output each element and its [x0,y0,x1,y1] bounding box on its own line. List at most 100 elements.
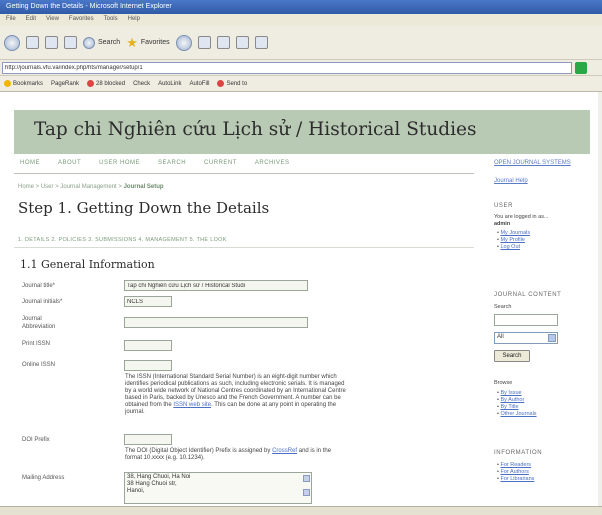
for-librarians-item[interactable]: For Librarians [497,476,534,483]
nav-user-home[interactable]: USER HOME [99,160,140,172]
home-icon[interactable] [64,36,77,49]
breadcrumb-path[interactable]: Home > User > Journal Management > [18,184,122,190]
breadcrumb: Home > User > Journal Management > Journ… [18,184,164,190]
for-readers-item[interactable]: For Readers [497,462,534,469]
steps-divider [14,247,474,248]
journal-initials-input[interactable] [124,296,172,307]
popup-block-icon [87,80,95,87]
menu-bar: File Edit View Favorites Tools Help [0,14,602,26]
history-icon[interactable] [175,34,192,51]
menu-help[interactable]: Help [128,16,140,24]
scroll-down-icon[interactable] [303,489,310,496]
issn-help-text: The ISSN (International Standard Serial … [125,374,346,415]
nav-home[interactable]: HOME [20,160,40,172]
window-title: Getting Down the Details - Microsoft Int… [6,3,172,10]
issn-web-site-link[interactable]: ISSN web site [173,402,211,408]
back-icon[interactable] [4,34,20,51]
menu-file[interactable]: File [6,16,16,24]
stop-icon[interactable] [26,36,39,49]
nav-about[interactable]: ABOUT [58,160,81,172]
linksbar-sendto[interactable]: Send to [217,80,247,87]
browse-by-issue[interactable]: By Issue [497,390,537,397]
crossref-link[interactable]: CrossRef [272,448,297,454]
open-journal-systems-link[interactable]: OPEN JOURNAL SYSTEMS [494,160,571,166]
links-toolbar: Bookmarks PageRank 28 blocked Check Auto… [0,76,602,92]
site-header: Tap chi Nghiên cứu Lịch sử / Historical … [14,110,590,154]
journal-title-input[interactable] [124,280,308,291]
logged-in-text: You are logged in as... [494,214,549,220]
refresh-icon[interactable] [45,36,58,49]
online-issn-label: Online ISSN [22,362,56,368]
user-links: My Journals My Profile Log Out [497,230,530,251]
breadcrumb-current[interactable]: Journal Setup [124,184,164,190]
print-icon[interactable] [216,36,230,49]
mailing-address-textarea[interactable]: 38, Hang Chuoi, Ha Noi 38 Hang Chuoi str… [124,472,312,504]
linksbar-autofill[interactable]: AutoFill [189,81,209,87]
doi-prefix-input[interactable] [124,434,172,445]
favorites-button[interactable]: ★ Favorites [126,35,169,51]
linksbar-pagerank[interactable]: PageRank [51,81,79,87]
for-authors-item[interactable]: For Authors [497,469,534,476]
main-nav: HOME ABOUT USER HOME SEARCH CURRENT ARCH… [14,160,474,172]
window-title-bar: Getting Down the Details - Microsoft Int… [0,0,602,14]
search-label: Search [494,304,512,310]
menu-view[interactable]: View [46,16,59,24]
nav-archives[interactable]: ARCHIVES [255,160,290,172]
menu-edit[interactable]: Edit [26,16,36,24]
folder-icon[interactable] [254,36,268,49]
go-button[interactable] [575,61,587,74]
vertical-scrollbar[interactable] [598,92,602,506]
linksbar-check[interactable]: Check [133,81,150,87]
browse-label: Browse [494,380,513,386]
journal-abbreviation-input[interactable] [124,317,308,328]
nav-search[interactable]: SEARCH [158,160,186,172]
journal-title-label: Journal title* [22,283,56,289]
mail-icon[interactable] [197,36,211,49]
search-button[interactable]: Search [83,36,120,49]
browse-links: By Issue By Author By Title Other Journa… [497,390,537,418]
menu-favorites[interactable]: Favorites [69,16,94,24]
bookmark-icon [4,80,11,87]
search-scope-select[interactable]: All [494,332,558,344]
page-title: Step 1. Getting Down the Details [18,199,270,217]
linksbar-bookmarks[interactable]: Bookmarks [4,80,43,87]
address-bar [0,60,602,76]
linksbar-blocked[interactable]: 28 blocked [87,80,125,87]
nav-divider [14,173,474,174]
nav-current[interactable]: CURRENT [204,160,237,172]
journal-initials-label: Journal initials* [22,299,63,305]
doi-help-text: The DOI (Digital Object Identifier) Pref… [125,448,332,461]
my-journals-item[interactable]: My Journals [497,230,530,237]
edit-icon[interactable] [235,36,249,49]
sidebar-search-button[interactable]: Search [494,350,530,362]
browser-toolbar: Search ★ Favorites [0,26,602,60]
log-out-item[interactable]: Log Out [497,244,530,251]
search-icon [83,36,95,49]
star-icon: ★ [126,34,138,50]
address-input[interactable] [2,61,572,74]
browse-by-title[interactable]: By Title [497,404,537,411]
browse-other-journals[interactable]: Other Journals [497,411,536,418]
doi-prefix-label: DOI Prefix [22,437,50,443]
information-links: For Readers For Authors For Librarians [497,462,534,483]
section-title: 1.1 General Information [20,258,155,271]
site-title: Tap chi Nghiên cứu Lịch sử / Historical … [34,119,477,140]
scroll-up-icon[interactable] [303,475,310,482]
print-issn-input[interactable] [124,340,172,351]
linksbar-autolink[interactable]: AutoLink [158,81,181,87]
status-bar [0,506,602,515]
print-issn-label: Print ISSN [22,341,51,347]
journal-content-heading: JOURNAL CONTENT [494,292,562,298]
online-issn-input[interactable] [124,360,172,371]
my-profile-item[interactable]: My Profile [497,237,530,244]
chevron-down-icon [548,334,556,342]
username: admin [494,221,511,227]
sidebar-search-input[interactable] [494,314,558,326]
journal-help-link[interactable]: Journal Help [494,178,528,184]
mailing-address-label: Mailing Address [22,475,65,481]
setup-steps[interactable]: 1. DETAILS 2. POLICIES 3. SUBMISSIONS 4.… [18,237,227,243]
information-heading: INFORMATION [494,450,543,456]
menu-tools[interactable]: Tools [104,16,118,24]
browse-by-author[interactable]: By Author [497,397,537,404]
journal-abbreviation-label: Journal Abbreviation [22,316,56,330]
